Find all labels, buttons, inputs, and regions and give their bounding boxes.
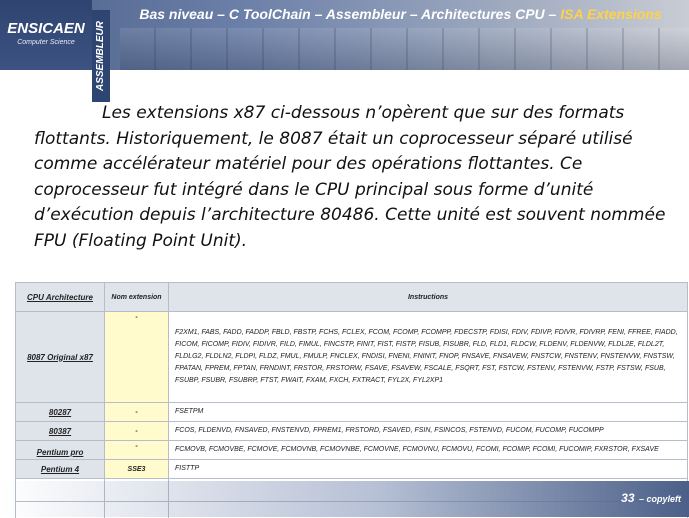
header-extension: Nom extension — [105, 283, 169, 312]
cpu-cell: 80287 — [16, 403, 105, 422]
section-band: ASSEMBLEUR — [92, 10, 110, 102]
table-row: 80387 - FCOS, FLDENVD, FNSAVED, FNSTENVD… — [16, 422, 688, 441]
header-instructions: Instructions — [169, 283, 688, 312]
table-row: Pentium 4 SSE3 FISTTP — [16, 460, 688, 479]
extension-cell: - — [105, 441, 169, 460]
page-number: 33 — [621, 491, 634, 505]
intro-paragraph: Les extensions x87 ci-dessous n’opèrent … — [34, 101, 674, 254]
cpu-cell: Pentium pro — [16, 441, 105, 460]
table-row: 8087 Original x87 - F2XM1, FABS, FADD, F… — [16, 312, 688, 403]
extension-cell: - — [105, 403, 169, 422]
logo-title: ENSICAEN — [0, 20, 92, 37]
cpu-cell: 8087 Original x87 — [16, 312, 105, 403]
header-cpu: CPU Architecture — [16, 283, 105, 312]
table-row: Pentium pro - FCMOVB, FCMOVBE, FCMOVE, F… — [16, 441, 688, 460]
instructions-cell: FCOS, FLDENVD, FNSAVED, FNSTENVD, FPREM1… — [169, 422, 688, 441]
footer-band: 33 – copyleft — [0, 481, 689, 517]
cpu-cell: 80387 — [16, 422, 105, 441]
cpu-cell: Pentium 4 — [16, 460, 105, 479]
logo-subtitle: Computer Science — [0, 39, 92, 46]
instructions-cell: F2XM1, FABS, FADD, FADDP, FBLD, FBSTP, F… — [169, 312, 688, 403]
extension-cell: SSE3 — [105, 460, 169, 479]
keyboard-photo — [120, 28, 689, 70]
extension-cell: - — [105, 422, 169, 441]
table-row: 80287 - FSETPM — [16, 403, 688, 422]
slide-title-main: Bas niveau – C ToolChain – Assembleur – … — [139, 6, 560, 22]
slide-title-accent: ISA Extensions — [560, 6, 661, 22]
instructions-cell: FCMOVB, FCMOVBE, FCMOVE, FCMOVNB, FCMOVN… — [169, 441, 688, 460]
section-label: ASSEMBLEUR — [92, 10, 110, 102]
footer-text: 33 – copyleft — [621, 489, 681, 507]
copyleft-label: – copyleft — [639, 494, 681, 504]
logo: ENSICAEN Computer Science — [0, 0, 92, 70]
instructions-cell: FISTTP — [169, 460, 688, 479]
extension-cell: - — [105, 312, 169, 403]
slide-title: Bas niveau – C ToolChain – Assembleur – … — [118, 6, 683, 22]
instructions-cell: FSETPM — [169, 403, 688, 422]
